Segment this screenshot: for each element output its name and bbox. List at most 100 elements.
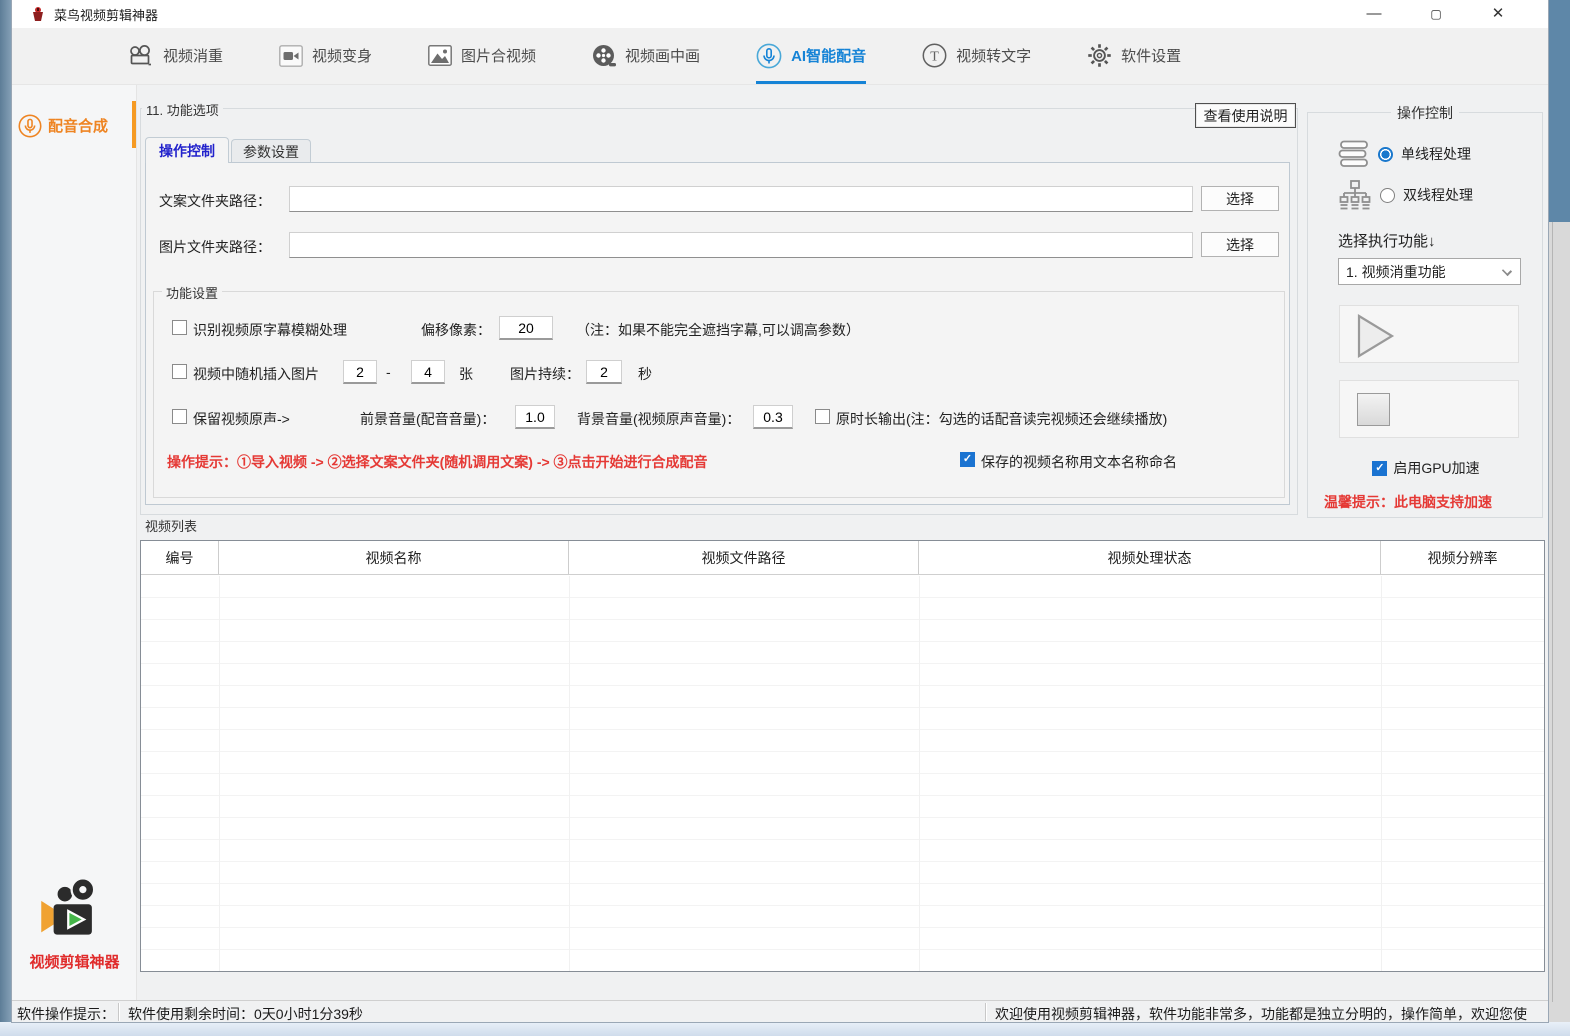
sidebar-active-indicator — [132, 101, 136, 148]
play-icon — [1356, 314, 1396, 358]
column-divider — [919, 576, 920, 971]
bg-volume-label: 背景音量(视频原声音量)： — [577, 409, 740, 429]
svg-text:T: T — [930, 50, 939, 65]
original-duration-label: 原时长输出(注：勾选的话配音读完视频还会继续播放) — [836, 409, 1167, 429]
nav-tab-video-dedup[interactable]: 视频消重 — [128, 28, 223, 84]
save-name-checkbox[interactable]: ✓ — [960, 452, 975, 467]
nav-tab-settings[interactable]: 软件设置 — [1087, 28, 1181, 84]
title-bar: 菜鸟视频剪辑神器 — ▢ ✕ — [12, 0, 1548, 28]
image-icon — [428, 45, 452, 66]
keep-audio-row: 保留视频原声-> 前景音量(配音音量)： 背景音量(视频原声音量)： 原时长输出… — [154, 405, 1284, 429]
random-insert-checkbox[interactable] — [172, 364, 187, 379]
image-folder-choose-button[interactable]: 选择 — [1201, 232, 1279, 257]
operation-hint-text: 操作提示：①导入视频 -> ②选择文案文件夹(随机调用文案) -> ③点击开始进… — [167, 452, 708, 472]
nav-tab-video-transform[interactable]: 视频变身 — [279, 28, 372, 84]
insert-min-input[interactable] — [343, 360, 377, 384]
logo-caption: 视频剪辑神器 — [12, 951, 137, 972]
duration-unit-label: 秒 — [638, 364, 652, 384]
sidebar-item-dubbing-synthesis[interactable]: 配音合成 — [18, 103, 137, 148]
text-folder-choose-button[interactable]: 选择 — [1201, 186, 1279, 211]
single-thread-row: 单线程处理 — [1338, 139, 1471, 169]
column-header-status[interactable]: 视频处理状态 — [919, 541, 1381, 574]
video-list-table: 编号 视频名称 视频文件路径 视频处理状态 视频分辨率 — [140, 540, 1545, 972]
image-duration-input[interactable] — [586, 360, 622, 384]
check-icon: ✓ — [1375, 463, 1384, 474]
tab-operation-control[interactable]: 操作控制 — [145, 137, 229, 163]
video-camera-icon — [279, 45, 303, 67]
check-icon: ✓ — [963, 454, 972, 465]
gpu-label: 启用GPU加速 — [1393, 458, 1479, 478]
view-instructions-button[interactable]: 查看使用说明 — [1195, 103, 1296, 128]
function-select-dropdown[interactable]: 1. 视频消重功能 — [1338, 258, 1521, 285]
column-header-path[interactable]: 视频文件路径 — [569, 541, 919, 574]
column-divider — [569, 576, 570, 971]
chevron-down-icon — [1502, 266, 1512, 276]
status-bar: 软件操作提示： 软件使用剩余时间：0天0小时1分39秒 欢迎使用视频剪辑神器，软… — [12, 1000, 1548, 1022]
offset-pixels-input[interactable] — [499, 316, 553, 340]
dual-thread-radio[interactable] — [1380, 188, 1395, 203]
function-settings-title: 功能设置 — [162, 283, 222, 302]
video-list-header: 编号 视频名称 视频文件路径 视频处理状态 视频分辨率 — [141, 541, 1544, 575]
nav-tab-video-to-text[interactable]: T 视频转文字 — [922, 28, 1031, 84]
nav-tab-ai-dubbing[interactable]: AI智能配音 — [756, 28, 866, 84]
keep-audio-checkbox[interactable] — [172, 409, 187, 424]
video-list-body[interactable] — [141, 576, 1544, 971]
window-title: 菜鸟视频剪辑神器 — [54, 5, 158, 24]
text-circle-icon: T — [922, 43, 947, 68]
divider — [1552, 222, 1553, 1002]
stop-button[interactable] — [1339, 380, 1519, 438]
column-header-name[interactable]: 视频名称 — [219, 541, 569, 574]
function-options-title: 11. 功能选项 — [142, 100, 223, 119]
desktop-edge-bottom — [0, 1022, 1570, 1036]
start-button[interactable] — [1339, 305, 1519, 363]
desktop-edge-right — [1548, 0, 1570, 1022]
microphone-icon — [756, 43, 782, 69]
stop-icon — [1357, 393, 1390, 426]
fg-volume-input[interactable] — [515, 405, 555, 429]
bg-volume-input[interactable] — [753, 405, 793, 429]
maximize-button[interactable]: ▢ — [1426, 0, 1446, 28]
column-header-number[interactable]: 编号 — [141, 541, 219, 574]
original-duration-checkbox[interactable] — [815, 409, 830, 424]
single-thread-label: 单线程处理 — [1401, 144, 1471, 164]
range-dash: - — [386, 364, 391, 380]
nav-tab-picture-in-picture[interactable]: 视频画中画 — [592, 28, 700, 84]
app-window: 菜鸟视频剪辑神器 — ▢ ✕ 视频消重 视频变身 — [12, 0, 1548, 1022]
text-folder-input[interactable] — [289, 186, 1193, 212]
operation-hint-row: 操作提示：①导入视频 -> ②选择文案文件夹(随机调用文案) -> ③点击开始进… — [154, 449, 1284, 473]
nav-tab-image-to-video[interactable]: 图片合视频 — [428, 28, 536, 84]
sidebar-item-label: 配音合成 — [48, 115, 108, 136]
function-select-value: 1. 视频消重功能 — [1346, 262, 1446, 282]
column-header-resolution[interactable]: 视频分辨率 — [1381, 541, 1544, 574]
divider — [118, 1003, 119, 1021]
keep-audio-label: 保留视频原声-> — [193, 409, 290, 429]
gpu-row: ✓ 启用GPU加速 — [1308, 458, 1544, 478]
divider — [985, 1003, 986, 1021]
movie-camera-icon — [128, 45, 154, 67]
single-thread-icon — [1338, 139, 1370, 169]
status-label: 软件操作提示： — [17, 1004, 115, 1024]
single-thread-radio[interactable] — [1378, 147, 1393, 162]
tab-parameter-settings[interactable]: 参数设置 — [231, 139, 311, 163]
insert-max-input[interactable] — [411, 360, 445, 384]
minimize-button[interactable]: — — [1364, 0, 1384, 28]
function-settings-groupbox: 功能设置 识别视频原字幕模糊处理 偏移像素： （注：如果不能完全遮挡字幕,可以调… — [153, 291, 1285, 498]
subtitle-blur-label: 识别视频原字幕模糊处理 — [193, 320, 347, 340]
sidebar: 配音合成 视频剪辑神器 — [12, 85, 137, 1000]
dual-thread-row: 双线程处理 — [1338, 179, 1473, 211]
gpu-checkbox[interactable]: ✓ — [1372, 461, 1387, 476]
close-button[interactable]: ✕ — [1488, 0, 1508, 28]
random-insert-label: 视频中随机插入图片 — [193, 364, 319, 384]
desktop-edge-left — [0, 0, 12, 1022]
subtitle-blur-row: 识别视频原字幕模糊处理 偏移像素： （注：如果不能完全遮挡字幕,可以调高参数） — [154, 316, 1284, 340]
gear-icon — [1087, 43, 1112, 68]
microphone-icon — [18, 114, 42, 138]
subtitle-blur-checkbox[interactable] — [172, 320, 187, 335]
text-folder-label: 文案文件夹路径： — [159, 191, 271, 211]
welcome-text: 欢迎使用视频剪辑神器，软件功能非常多，功能都是独立分明的，操作简单，欢迎您使 — [995, 1004, 1527, 1024]
image-folder-row: 图片文件夹路径： 选择 — [159, 232, 1279, 258]
image-folder-input[interactable] — [289, 232, 1193, 258]
save-name-label: 保存的视频名称用文本名称命名 — [981, 452, 1177, 472]
dual-thread-icon — [1338, 179, 1372, 211]
fg-volume-label: 前景音量(配音音量)： — [360, 409, 495, 429]
